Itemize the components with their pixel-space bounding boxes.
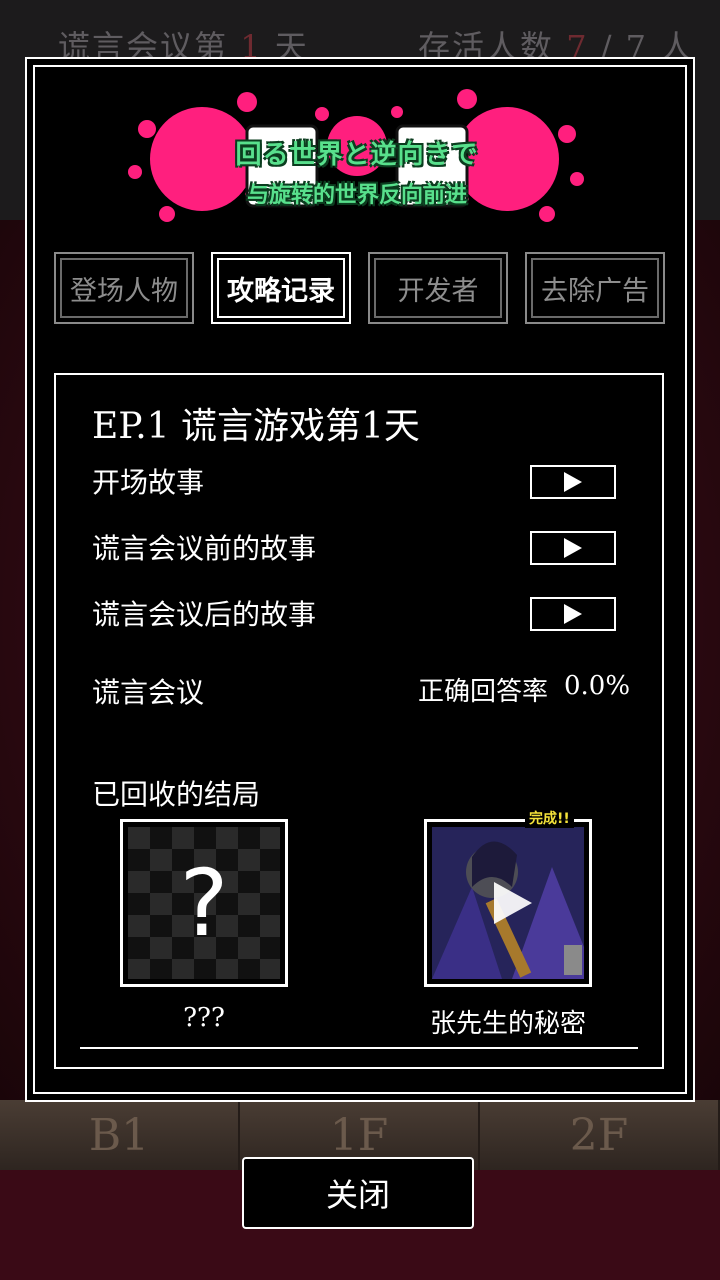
- correct-rate-label: 正确回答率: [418, 677, 549, 707]
- tab-walkthrough-records[interactable]: 攻略记录: [211, 252, 351, 324]
- play-icon: [564, 538, 582, 558]
- logo-title-jp: 回る世界と逆向きで: [235, 140, 479, 170]
- ending-card-mr-zhang[interactable]: 完成!!: [424, 808, 592, 987]
- meeting-label: 谎言会议: [92, 676, 205, 709]
- play-overlay-icon: [494, 882, 532, 924]
- story-label: 谎言会议后的故事: [92, 598, 317, 631]
- correct-rate-value: 0.0%: [564, 671, 631, 701]
- ending-thumbnail: [432, 827, 584, 979]
- story-row-opening: 开场故事: [92, 461, 632, 501]
- logo-title-cn: 与旋转的世界反向前进: [246, 183, 467, 208]
- locked-thumbnail: ?: [128, 827, 280, 979]
- question-mark-icon: ?: [179, 849, 229, 957]
- play-before-meeting-button[interactable]: [530, 531, 616, 565]
- tab-bar: 登场人物 攻略记录 开发者 去除广告: [54, 252, 666, 324]
- play-icon: [564, 472, 582, 492]
- records-modal: 回る世界と逆向きで 与旋转的世界反向前进 登场人物 攻略记录 开发者 去除广告 …: [25, 57, 695, 1102]
- story-label: 开场故事: [92, 466, 205, 499]
- tab-characters[interactable]: 登场人物: [54, 252, 194, 324]
- ending-name-locked: ???: [183, 1003, 225, 1033]
- story-row-before-meeting: 谎言会议前的故事: [92, 527, 632, 567]
- divider: [80, 1047, 638, 1049]
- ending-name-mr-zhang: 张先生的秘密: [429, 1009, 586, 1039]
- play-opening-button[interactable]: [530, 465, 616, 499]
- ending-card-locked[interactable]: ?: [120, 819, 288, 987]
- close-button[interactable]: 关闭: [242, 1157, 474, 1229]
- story-label: 谎言会议前的故事: [92, 532, 317, 565]
- endings-title: 已回收的结局: [92, 778, 261, 811]
- episode-title: EP.1 谎言游戏第1天: [92, 406, 420, 447]
- game-logo: 回る世界と逆向きで 与旋转的世界反向前进: [107, 74, 607, 234]
- episode-panel: EP.1 谎言游戏第1天 开场故事 谎言会议前的故事 谎言会议后的故事 谎言会议…: [54, 373, 664, 1069]
- play-after-meeting-button[interactable]: [530, 597, 616, 631]
- floor-tile-b1: B1: [0, 1100, 240, 1170]
- tab-remove-ads[interactable]: 去除广告: [525, 252, 665, 324]
- story-row-after-meeting: 谎言会议后的故事: [92, 593, 632, 633]
- tab-developer[interactable]: 开发者: [368, 252, 508, 324]
- play-icon: [564, 604, 582, 624]
- floor-tile-2f: 2F: [480, 1100, 720, 1170]
- complete-badge: 完成!!: [525, 808, 574, 828]
